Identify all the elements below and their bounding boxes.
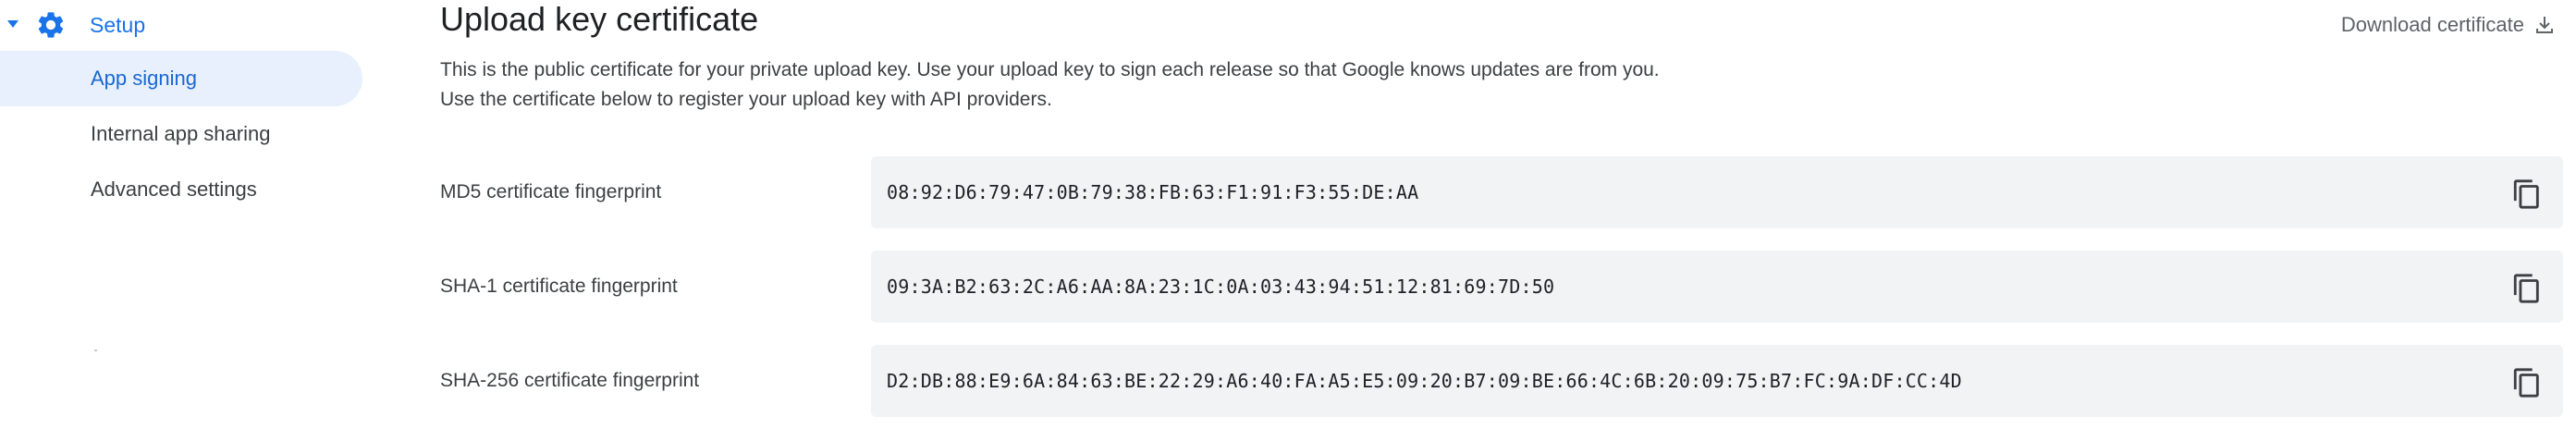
sha256-fingerprint-label: SHA-256 certificate fingerprint <box>440 370 700 391</box>
sidebar-section-setup[interactable]: Setup <box>0 6 370 43</box>
page-description: This is the public certificate for your … <box>440 59 1660 110</box>
divider-mark <box>94 349 97 351</box>
download-certificate-button[interactable]: Download certificate <box>2341 13 2556 37</box>
sidebar-item-label: Advanced settings <box>91 178 257 201</box>
page-title: Upload key certificate <box>440 0 759 38</box>
gear-icon <box>38 12 64 38</box>
sidebar-item-app-signing[interactable]: App signing <box>0 51 362 106</box>
md5-fingerprint-field: 08:92:D6:79:47:0B:79:38:FB:63:F1:91:F3:5… <box>871 156 2563 228</box>
sidebar: Setup App signing Internal app sharing A… <box>0 0 370 429</box>
md5-fingerprint-label: MD5 certificate fingerprint <box>440 181 662 202</box>
sha256-fingerprint-row: SHA-256 certificate fingerprint D2:DB:88… <box>440 345 2565 417</box>
sidebar-setup-label: Setup <box>90 13 146 37</box>
copy-icon[interactable] <box>2511 367 2543 398</box>
copy-icon[interactable] <box>2511 178 2543 210</box>
copy-icon[interactable] <box>2511 273 2543 304</box>
page: Setup App signing Internal app sharing A… <box>0 0 2576 429</box>
sidebar-item-label: Internal app sharing <box>91 122 271 145</box>
md5-fingerprint-row: MD5 certificate fingerprint 08:92:D6:79:… <box>440 156 2565 228</box>
sidebar-item-label: App signing <box>91 67 197 90</box>
sha1-fingerprint-row: SHA-1 certificate fingerprint 09:3A:B2:6… <box>440 251 2565 323</box>
sidebar-item-advanced-settings[interactable]: Advanced settings <box>0 162 362 217</box>
sha1-fingerprint-value[interactable]: 09:3A:B2:63:2C:A6:AA:8A:23:1C:0A:03:43:9… <box>887 251 1554 323</box>
download-certificate-label: Download certificate <box>2340 13 2524 36</box>
download-icon <box>2536 17 2553 33</box>
sha1-fingerprint-label: SHA-1 certificate fingerprint <box>440 276 678 297</box>
sha256-fingerprint-field: D2:DB:88:E9:6A:84:63:BE:22:29:A6:40:FA:A… <box>871 345 2563 417</box>
sha256-fingerprint-value[interactable]: D2:DB:88:E9:6A:84:63:BE:22:29:A6:40:FA:A… <box>887 345 1962 417</box>
caret-down-icon[interactable] <box>6 17 20 31</box>
sha1-fingerprint-field: 09:3A:B2:63:2C:A6:AA:8A:23:1C:0A:03:43:9… <box>871 251 2563 323</box>
sidebar-item-internal-app-sharing[interactable]: Internal app sharing <box>0 106 362 162</box>
md5-fingerprint-value[interactable]: 08:92:D6:79:47:0B:79:38:FB:63:F1:91:F3:5… <box>887 156 1418 228</box>
